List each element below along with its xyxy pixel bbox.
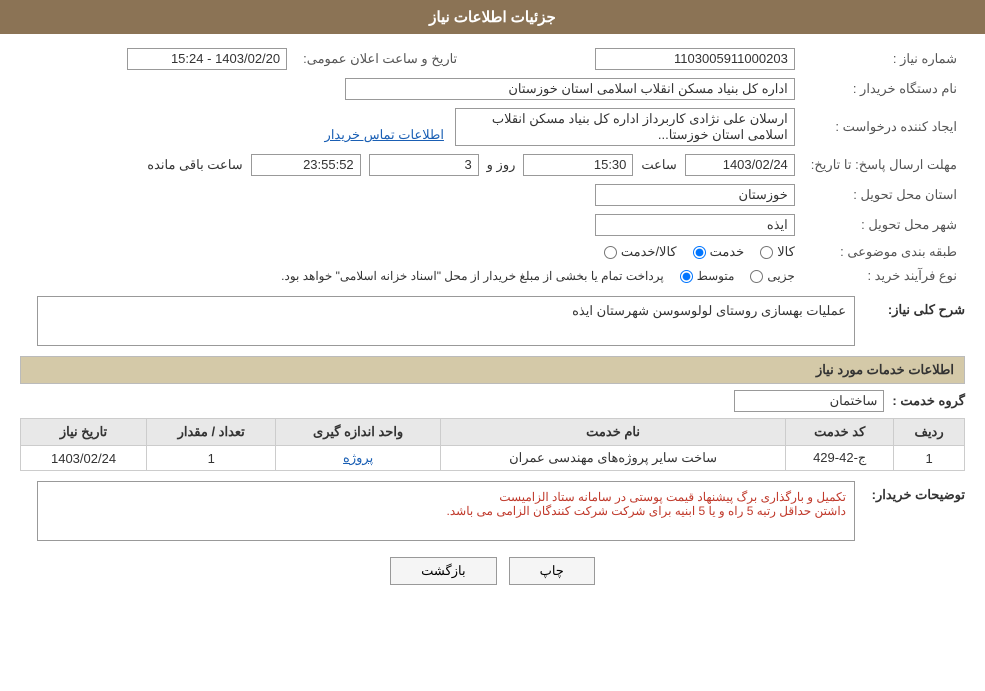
col-header-row: ردیف [894,419,965,446]
category-kala-khedmat-label: کالا/خدمت [621,244,677,260]
category-kala-khedmat-radio[interactable] [604,246,617,259]
buyer-notes-box: تکمیل و بارگذاری برگ پیشنهاد قیمت پوستی … [37,481,855,541]
category-label: طبقه بندی موضوعی : [803,240,965,264]
created-by-box: ارسلان علی نژادی کاربرداز اداره کل بنیاد… [455,108,795,146]
purchase-jozii-radio[interactable] [750,270,763,283]
col-header-name: نام خدمت [440,419,785,446]
remaining-box: 23:55:52 [251,154,361,176]
request-number-box: 1103005911000203 [595,48,795,70]
service-group-value: ساختمان [734,390,884,412]
deadline-row: 1403/02/24 ساعت 15:30 روز و 3 23:55:52 س… [20,150,803,180]
category-kala-label: کالا [777,244,795,260]
col-header-unit: واحد اندازه گیری [276,419,441,446]
cell-date: 1403/02/24 [21,446,147,471]
buyer-org-box: اداره کل بنیاد مسکن انقلاب اسلامی استان … [345,78,795,100]
category-khedmat-radio[interactable] [693,246,706,259]
buyer-org-label: نام دستگاه خریدار : [803,74,965,104]
deadline-label: مهلت ارسال پاسخ: تا تاریخ: [803,150,965,180]
category-kala-radio[interactable] [760,246,773,259]
purchase-type-description: پرداخت تمام یا بخشی از مبلغ خریدار از مح… [281,269,664,283]
col-header-count: تعداد / مقدار [147,419,276,446]
city-value: ایذه [20,210,803,240]
days-box: 3 [369,154,479,176]
created-by-row: ارسلان علی نژادی کاربرداز اداره کل بنیاد… [20,104,803,150]
service-group-label: گروه خدمت : [892,393,965,409]
cell-code: ج-42-429 [786,446,894,471]
city-label: شهر محل تحویل : [803,210,965,240]
description-box[interactable]: عملیات بهسازی روستای لولوسوسن شهرستان ای… [37,296,855,346]
col-header-code: کد خدمت [786,419,894,446]
purchase-jozii-label: جزیی [767,269,794,283]
city-box: ایذه [595,214,795,236]
category-row: کالا خدمت کالا/خدمت [20,240,803,264]
cell-count: 1 [147,446,276,471]
date-box: 1403/02/24 [685,154,795,176]
cell-name: ساخت سایر پروژه‌های مهندسی عمران [440,446,785,471]
remaining-label: ساعت باقی مانده [147,157,242,173]
time-label: ساعت [641,157,676,173]
province-value: خوزستان [20,180,803,210]
table-row: 1 ج-42-429 ساخت سایر پروژه‌های مهندسی عم… [21,446,965,471]
days-label: روز و [487,157,516,173]
province-box: خوزستان [595,184,795,206]
province-label: استان محل تحویل : [803,180,965,210]
buyer-notes-label: توضیحات خریدار: [865,481,965,503]
purchase-type-row: جزیی متوسط پرداخت تمام یا بخشی از مبلغ خ… [20,264,803,288]
print-button[interactable]: چاپ [509,557,595,585]
announce-date-label: تاریخ و ساعت اعلان عمومی: [295,44,465,74]
purchase-motavasset-radio[interactable] [680,270,693,283]
services-section-title: اطلاعات خدمات مورد نیاز [20,356,965,384]
back-button[interactable]: بازگشت [390,557,496,585]
purchase-motavasset-label: متوسط [697,269,735,283]
cell-row: 1 [894,446,965,471]
announce-date-value: 1403/02/20 - 15:24 [20,44,295,74]
page-title: جزئیات اطلاعات نیاز [0,0,985,34]
services-table: ردیف کد خدمت نام خدمت واحد اندازه گیری ت… [20,418,965,471]
request-number-value: 1103005911000203 [465,44,803,74]
buyer-org-value: اداره کل بنیاد مسکن انقلاب اسلامی استان … [20,74,803,104]
cell-unit[interactable]: پروژه [276,446,441,471]
description-label: شرح کلی نیاز: [865,296,965,318]
request-number-label: شماره نیاز : [803,44,965,74]
purchase-type-label: نوع فرآیند خرید : [803,264,965,288]
created-by-label: ایجاد کننده درخواست : [803,104,965,150]
time-box: 15:30 [523,154,633,176]
announce-date-box: 1403/02/20 - 15:24 [127,48,287,70]
category-khedmat-label: خدمت [710,244,745,260]
col-header-date: تاریخ نیاز [21,419,147,446]
contact-info-link[interactable]: اطلاعات تماس خریدار [325,127,444,142]
